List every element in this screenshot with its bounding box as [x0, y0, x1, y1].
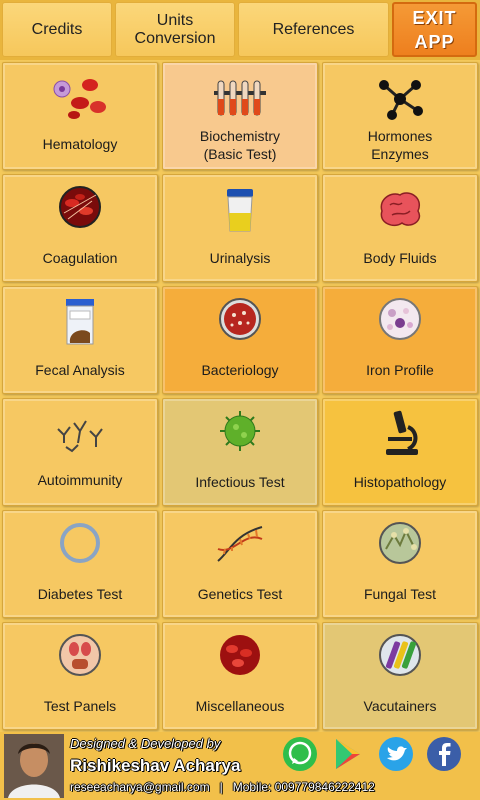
tile-bacteriology[interactable]: Bacteriology: [162, 286, 318, 394]
antibodies-icon: [57, 420, 103, 453]
tile-urinalysis[interactable]: Urinalysis: [162, 174, 318, 282]
virus-icon: [220, 411, 260, 451]
tile-label: Hormones Enzymes: [367, 128, 433, 162]
tile-vacutainers[interactable]: Vacutainers: [322, 622, 478, 730]
tile-label: Autoimmunity: [37, 472, 123, 488]
tile-hormones-enzymes[interactable]: Hormones Enzymes: [322, 62, 478, 170]
fungus-icon: [379, 522, 421, 564]
blood-cells-icon: [53, 79, 106, 119]
tile-label: Histopathology: [353, 474, 447, 490]
tile-genetics-test[interactable]: Genetics Test: [162, 510, 318, 618]
tile-label: Infectious Test: [195, 474, 285, 490]
credits-label: Credits: [31, 20, 83, 38]
whatsapp-icon[interactable]: [282, 736, 318, 772]
designed-by-text: Designed & Developed by: [70, 736, 221, 751]
tile-label: Iron Profile: [366, 362, 434, 378]
tile-label: Vacutainers: [363, 698, 437, 714]
tile-fecal-analysis[interactable]: Fecal Analysis: [2, 286, 158, 394]
tile-label: Bacteriology: [201, 362, 279, 378]
tile-label: Body Fluids: [363, 250, 437, 266]
dna-icon: [217, 526, 263, 562]
tile-label: Fungal Test: [363, 586, 437, 602]
tile-diabetes-test[interactable]: Diabetes Test: [2, 510, 158, 618]
tile-label: Miscellaneous: [195, 698, 285, 714]
stool-container-icon: [66, 299, 94, 345]
credits-button[interactable]: Credits: [2, 2, 112, 57]
rbc-sphere-icon: [220, 635, 260, 675]
brain-icon: [380, 192, 421, 227]
tile-label: Genetics Test: [197, 586, 283, 602]
tile-miscellaneous[interactable]: Miscellaneous: [162, 622, 318, 730]
blood-smear-icon: [379, 298, 421, 340]
developer-footer: Designed & Developed by Rishikeshav Acha…: [0, 732, 480, 800]
tile-infectious-test[interactable]: Infectious Test: [162, 398, 318, 506]
tile-biochemistry[interactable]: Biochemistry (Basic Test): [162, 62, 318, 170]
tile-coagulation[interactable]: Coagulation: [2, 174, 158, 282]
developer-photo: [4, 734, 64, 798]
clot-icon: [59, 186, 101, 228]
molecule-icon: [379, 80, 423, 120]
exit-app-button[interactable]: EXIT APP: [392, 2, 477, 57]
tile-autoimmunity[interactable]: Autoimmunity: [2, 398, 158, 506]
tile-iron-profile[interactable]: Iron Profile: [322, 286, 478, 394]
tile-label: Coagulation: [42, 250, 118, 266]
tile-test-panels[interactable]: Test Panels: [2, 622, 158, 730]
facebook-icon[interactable]: [426, 736, 462, 772]
tile-label: Biochemistry (Basic Test): [199, 128, 281, 162]
urine-cup-icon: [227, 189, 253, 232]
microscope-icon: [386, 410, 418, 455]
diabetes-ring-icon: [60, 523, 100, 563]
anatomy-icon: [59, 634, 101, 676]
tile-label: Fecal Analysis: [35, 362, 125, 378]
tile-label: Hematology: [42, 136, 118, 152]
references-label: References: [272, 20, 355, 38]
top-bar: Credits Units Conversion References EXIT…: [0, 0, 480, 60]
vacutainer-icon: [379, 634, 421, 676]
developer-contact: reseeacharya@gmail.com | Mobile: 0097798…: [70, 780, 375, 794]
units-conversion-label: Units Conversion: [134, 11, 216, 47]
petri-dish-icon: [219, 298, 261, 340]
developer-name: Rishikeshav Acharya: [70, 756, 241, 775]
tile-body-fluids[interactable]: Body Fluids: [322, 174, 478, 282]
tile-label: Diabetes Test: [37, 586, 123, 602]
tile-label: Urinalysis: [209, 250, 271, 266]
twitter-icon[interactable]: [378, 736, 414, 772]
units-conversion-button[interactable]: Units Conversion: [115, 2, 235, 57]
references-button[interactable]: References: [238, 2, 389, 57]
tile-label: Test Panels: [43, 698, 117, 714]
tile-histopathology[interactable]: Histopathology: [322, 398, 478, 506]
tile-hematology[interactable]: Hematology: [2, 62, 158, 170]
tile-fungal-test[interactable]: Fungal Test: [322, 510, 478, 618]
play-store-icon[interactable]: [330, 736, 366, 772]
test-tubes-icon: [214, 80, 266, 116]
